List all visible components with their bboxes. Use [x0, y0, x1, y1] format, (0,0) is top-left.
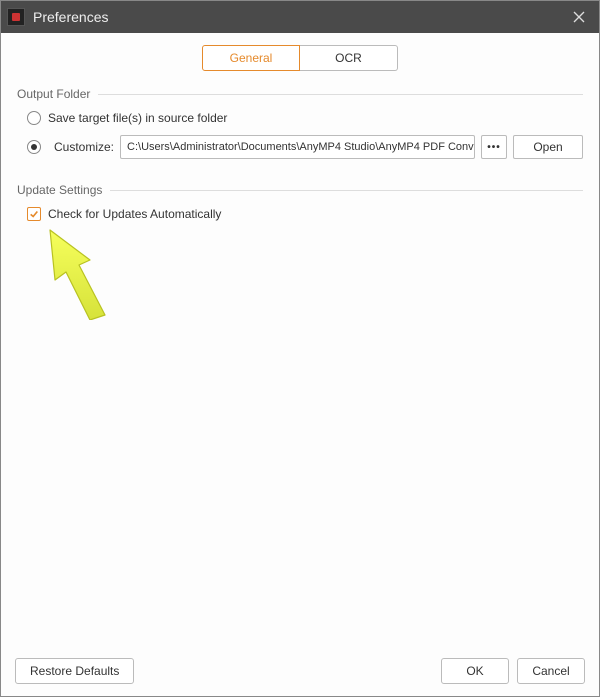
- annotation-arrow-icon: [35, 225, 125, 320]
- close-icon: [573, 11, 585, 23]
- tab-bar: General OCR: [17, 45, 583, 71]
- customize-radio[interactable]: [27, 140, 41, 154]
- tab-general[interactable]: General: [202, 45, 300, 71]
- app-icon: [7, 8, 25, 26]
- auto-check-row: Check for Updates Automatically: [27, 207, 583, 221]
- ok-button[interactable]: OK: [441, 658, 509, 684]
- content-area: General OCR Output Folder Save target fi…: [1, 33, 599, 650]
- preferences-window: Preferences General OCR Output Folder Sa…: [0, 0, 600, 697]
- titlebar: Preferences: [1, 1, 599, 33]
- output-folder-body: Save target file(s) in source folder Cus…: [17, 111, 583, 183]
- update-settings-header: Update Settings: [17, 183, 583, 197]
- path-value: C:\Users\Administrator\Documents\AnyMP4 …: [127, 141, 475, 153]
- update-settings-body: Check for Updates Automatically: [17, 207, 583, 235]
- update-settings-title: Update Settings: [17, 183, 102, 197]
- restore-defaults-button[interactable]: Restore Defaults: [15, 658, 134, 684]
- customize-row: Customize: C:\Users\Administrator\Docume…: [27, 135, 583, 159]
- path-input[interactable]: C:\Users\Administrator\Documents\AnyMP4 …: [120, 135, 475, 159]
- close-button[interactable]: [559, 1, 599, 33]
- customize-label: Customize:: [54, 140, 114, 154]
- cancel-button[interactable]: Cancel: [517, 658, 585, 684]
- save-source-radio[interactable]: [27, 111, 41, 125]
- tab-ocr[interactable]: OCR: [300, 45, 398, 71]
- auto-check-label: Check for Updates Automatically: [48, 207, 221, 221]
- window-title: Preferences: [33, 9, 559, 25]
- open-button[interactable]: Open: [513, 135, 583, 159]
- footer: Restore Defaults OK Cancel: [1, 650, 599, 696]
- save-source-row: Save target file(s) in source folder: [27, 111, 583, 125]
- auto-check-checkbox[interactable]: [27, 207, 41, 221]
- output-folder-header: Output Folder: [17, 87, 583, 101]
- check-icon: [29, 209, 39, 219]
- browse-button[interactable]: •••: [481, 135, 507, 159]
- save-source-label: Save target file(s) in source folder: [48, 111, 227, 125]
- output-folder-title: Output Folder: [17, 87, 90, 101]
